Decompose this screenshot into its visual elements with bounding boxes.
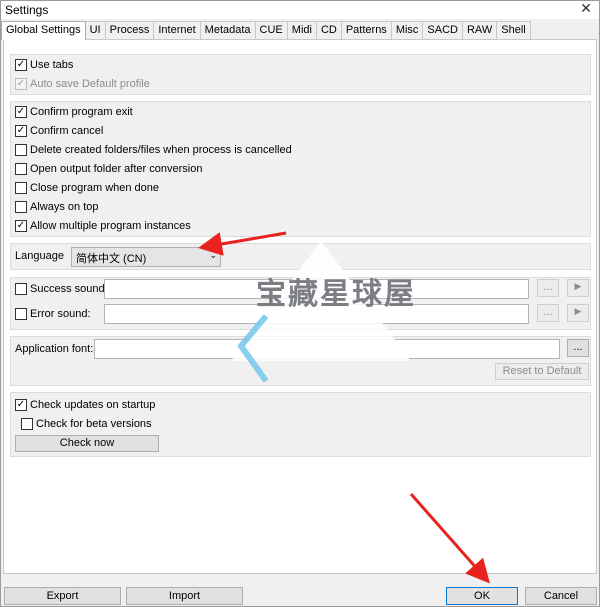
check-now-button[interactable]: Check now — [15, 435, 159, 452]
settings-window: Settings ✕ Global Settings UI Process In… — [0, 0, 600, 607]
chevron-down-icon: ⌄ — [209, 250, 217, 260]
tab-midi[interactable]: Midi — [286, 21, 317, 39]
tabs-group: ✓ Use tabs ✓ Auto save Default profile — [10, 54, 591, 95]
confirm-cancel-checkbox[interactable]: ✓ Confirm cancel — [15, 123, 103, 139]
tab-sacd[interactable]: SACD — [422, 21, 463, 39]
font-group: Application font: ... Reset to Default — [10, 336, 591, 386]
success-sound-browse-button[interactable]: ... — [537, 279, 559, 297]
language-label: Language — [15, 250, 64, 262]
always-on-top-checkbox[interactable]: Always on top — [15, 199, 98, 215]
delete-created-checkbox[interactable]: Delete created folders/files when proces… — [15, 142, 292, 158]
play-icon: ▶ — [574, 281, 582, 291]
success-sound-checkbox[interactable]: Success sound: — [15, 281, 108, 297]
use-tabs-checkbox[interactable]: ✓ Use tabs — [15, 57, 73, 73]
delete-created-label: Delete created folders/files when proces… — [30, 144, 292, 156]
tab-patterns[interactable]: Patterns — [340, 21, 392, 39]
export-button[interactable]: Export — [4, 587, 121, 605]
checkbox-box — [15, 308, 27, 320]
tab-misc[interactable]: Misc — [390, 21, 424, 39]
close-icon[interactable]: ✕ — [577, 0, 595, 17]
reset-to-default-button[interactable]: Reset to Default — [495, 363, 589, 380]
error-sound-checkbox[interactable]: Error sound: — [15, 306, 91, 322]
success-sound-play-button[interactable]: ▶ — [567, 279, 589, 297]
tab-ui[interactable]: UI — [84, 21, 106, 39]
import-button[interactable]: Import — [126, 587, 243, 605]
checkmark-icon: ✓ — [15, 399, 27, 411]
confirm-exit-label: Confirm program exit — [30, 106, 133, 118]
application-font-field[interactable] — [94, 339, 560, 359]
tab-cue[interactable]: CUE — [254, 21, 288, 39]
checkmark-icon: ✓ — [15, 78, 27, 90]
tab-cd[interactable]: CD — [315, 21, 342, 39]
program-options-group: ✓ Confirm program exit ✓ Confirm cancel … — [10, 101, 591, 237]
auto-save-label: Auto save Default profile — [30, 78, 150, 90]
success-sound-label: Success sound: — [30, 283, 108, 295]
window-title: Settings — [5, 3, 49, 17]
language-group: Language 简体中文 (CN) ⌄ — [10, 243, 591, 270]
updates-group: ✓ Check updates on startup Check for bet… — [10, 392, 591, 457]
error-sound-label: Error sound: — [30, 308, 91, 320]
watermark-text: 宝藏星球屋 — [256, 278, 416, 311]
play-icon: ▶ — [574, 306, 582, 316]
checkbox-box — [15, 201, 27, 213]
error-sound-play-button[interactable]: ▶ — [567, 304, 589, 322]
check-updates-checkbox[interactable]: ✓ Check updates on startup — [15, 397, 155, 413]
allow-multiple-checkbox[interactable]: ✓ Allow multiple program instances — [15, 218, 191, 234]
open-output-checkbox[interactable]: Open output folder after conversion — [15, 161, 202, 177]
checkbox-box — [15, 182, 27, 194]
cancel-button[interactable]: Cancel — [525, 587, 597, 605]
title-bar: Settings ✕ — [1, 0, 599, 19]
auto-save-checkbox: ✓ Auto save Default profile — [15, 76, 150, 92]
check-beta-checkbox[interactable]: Check for beta versions — [21, 416, 152, 432]
confirm-exit-checkbox[interactable]: ✓ Confirm program exit — [15, 104, 133, 120]
tab-raw[interactable]: RAW — [461, 21, 498, 39]
ok-button[interactable]: OK — [446, 587, 518, 605]
checkbox-box — [15, 163, 27, 175]
tab-process[interactable]: Process — [104, 21, 155, 39]
tab-global-settings[interactable]: Global Settings — [1, 21, 86, 40]
check-beta-label: Check for beta versions — [36, 418, 152, 430]
checkmark-icon: ✓ — [15, 220, 27, 232]
checkmark-icon: ✓ — [15, 125, 27, 137]
checkmark-icon: ✓ — [15, 106, 27, 118]
confirm-cancel-label: Confirm cancel — [30, 125, 104, 137]
font-browse-button[interactable]: ... — [567, 339, 589, 357]
error-sound-browse-button[interactable]: ... — [537, 304, 559, 322]
checkbox-box — [15, 144, 27, 156]
use-tabs-label: Use tabs — [30, 59, 74, 71]
always-on-top-label: Always on top — [30, 201, 99, 213]
language-value: 简体中文 (CN) — [76, 253, 147, 265]
allow-multiple-label: Allow multiple program instances — [30, 220, 191, 232]
tab-shell[interactable]: Shell — [496, 21, 531, 39]
tab-metadata[interactable]: Metadata — [199, 21, 256, 39]
checkmark-icon: ✓ — [15, 59, 27, 71]
application-font-label: Application font: — [15, 343, 94, 355]
language-select[interactable]: 简体中文 (CN) ⌄ — [71, 247, 221, 267]
check-updates-label: Check updates on startup — [30, 399, 156, 411]
close-when-done-label: Close program when done — [30, 182, 160, 194]
checkbox-box — [21, 418, 33, 430]
tab-internet[interactable]: Internet — [153, 21, 201, 39]
close-when-done-checkbox[interactable]: Close program when done — [15, 180, 159, 196]
open-output-label: Open output folder after conversion — [30, 163, 203, 175]
checkbox-box — [15, 283, 27, 295]
tab-strip: Global Settings UI Process Internet Meta… — [1, 21, 599, 40]
